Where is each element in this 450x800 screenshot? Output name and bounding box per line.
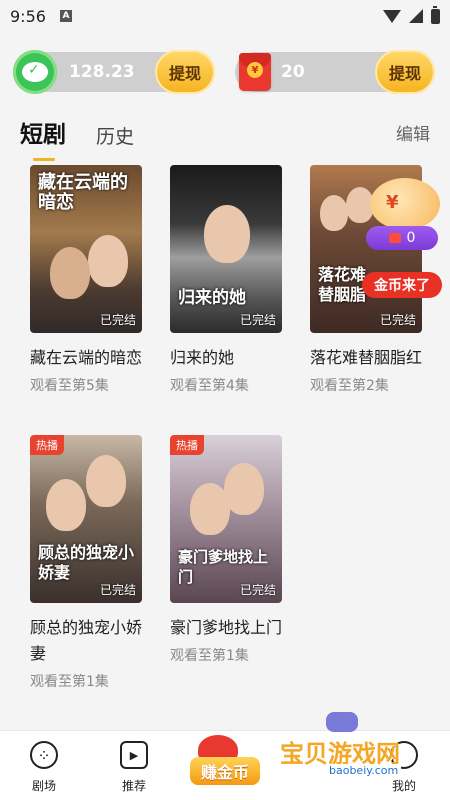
tab-history[interactable]: 历史 [96,122,134,149]
drama-poster[interactable]: 藏在云端的暗恋 已完结 [30,165,142,333]
finished-badge: 已完结 [239,313,276,327]
piggy-bank-icon: ¥ [370,178,440,230]
play-icon: ▶ [120,741,148,769]
nav-label: 赚金币 [190,757,260,785]
watch-progress: 观看至第2集 [310,378,389,394]
edit-button[interactable]: 编辑 [396,120,430,145]
status-time: 9:56 [10,6,46,26]
drama-card[interactable]: 热播 豪门爹地找上门 已完结 豪门爹地找上门 观看至第1集 [170,435,282,665]
finished-badge: 已完结 [99,313,136,327]
poster-figure [224,463,264,515]
watch-progress: 观看至第5集 [30,378,109,394]
nav-recommend[interactable]: ▶ 推荐 [104,741,164,794]
wechat-icon [22,62,48,82]
red-packet-icon: ¥ [239,53,271,91]
red-packet-mini-icon [388,233,401,243]
status-icons [383,5,440,24]
coin-widget[interactable]: ¥ 0 金币来了 [362,178,442,298]
hot-badge: 热播 [170,435,204,455]
withdraw-button[interactable]: 提现 [155,50,215,94]
nav-earn-coins[interactable]: 赚金币 [190,735,260,795]
watermark: 宝贝游戏网 baobeiy.com [280,712,440,782]
theater-icon: ⁘ [30,741,58,769]
poster-title: 顾总的独宠小娇妻 [38,543,135,582]
poster-figure [86,455,126,507]
wifi-icon [383,9,401,23]
battery-icon [431,5,440,24]
redpacket-balance: ¥ 20 提现 [233,50,435,94]
hot-badge: 热播 [30,435,64,455]
status-bar: 9:56 A [0,0,450,32]
poster-figure [46,479,86,531]
wechat-badge [13,50,57,94]
drama-title[interactable]: 藏在云端的暗恋 [30,345,142,371]
poster-title: 藏在云端的暗恋 [38,172,128,213]
drama-poster[interactable]: 热播 顾总的独宠小娇妻 已完结 [30,435,142,603]
poster-title: 归来的她 [178,288,246,308]
coin-count: 0 [366,226,438,250]
redpacket-badge: ¥ [233,50,277,94]
wechat-balance: 128.23 提现 [13,50,215,94]
drama-card[interactable]: 藏在云端的暗恋 已完结 藏在云端的暗恋 观看至第5集 [30,165,142,395]
poster-figure [88,235,128,287]
signal-icon [409,9,423,23]
withdraw-button[interactable]: 提现 [375,50,435,94]
finished-badge: 已完结 [99,583,136,597]
watch-progress: 观看至第1集 [30,674,109,690]
watermark-url: baobeiy.com [326,764,402,777]
drama-poster[interactable]: 热播 豪门爹地找上门 已完结 [170,435,282,603]
tab-bar: 短剧 历史 [20,115,134,161]
drama-title[interactable]: 归来的她 [170,345,282,371]
drama-card[interactable]: 热播 顾总的独宠小娇妻 已完结 顾总的独宠小娇妻 观看至第1集 [30,435,142,691]
poster-figure [50,247,90,299]
coin-symbol: ¥ [386,192,399,213]
watch-progress: 观看至第1集 [170,648,249,664]
coins-arrived-button[interactable]: 金币来了 [362,272,442,298]
finished-badge: 已完结 [379,313,416,327]
poster-figure [190,483,230,535]
gamepad-icon [326,712,358,732]
drama-title[interactable]: 豪门爹地找上门 [170,615,282,641]
drama-title[interactable]: 落花难替胭脂红 [310,345,422,371]
drama-card[interactable]: 归来的她 已完结 归来的她 观看至第4集 [170,165,282,395]
coin-count-value: 0 [406,230,416,246]
drama-title[interactable]: 顾总的独宠小娇妻 [30,615,142,667]
yuan-icon: ¥ [247,62,263,78]
finished-badge: 已完结 [239,583,276,597]
tab-dramas[interactable]: 短剧 [20,115,66,161]
redpacket-amount: 20 [281,62,305,82]
notification-icon: A [59,10,72,22]
poster-figure [204,205,250,263]
nav-theater[interactable]: ⁘ 剧场 [14,741,74,794]
drama-poster[interactable]: 归来的她 已完结 [170,165,282,333]
nav-label: 推荐 [121,779,146,793]
watch-progress: 观看至第4集 [170,378,249,394]
poster-figure [320,195,348,231]
nav-label: 剧场 [31,779,56,793]
wechat-amount: 128.23 [69,62,135,82]
